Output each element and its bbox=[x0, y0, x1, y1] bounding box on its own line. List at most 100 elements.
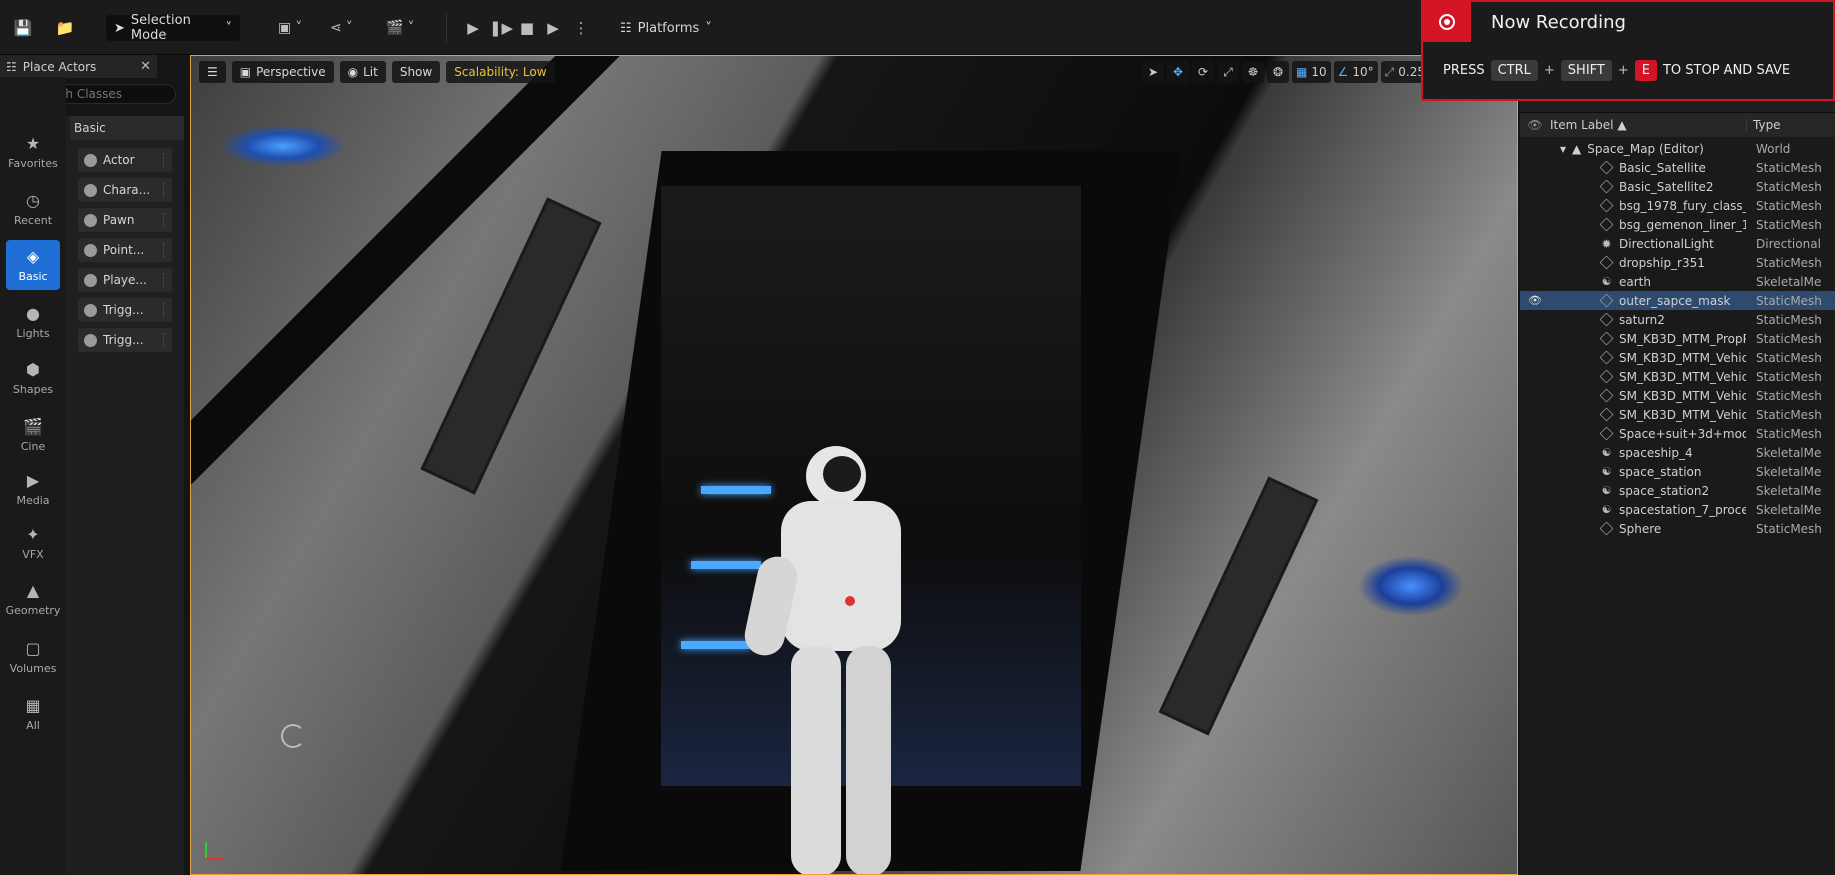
content-browser-icon[interactable]: 📁 bbox=[54, 17, 76, 39]
viewport-options-button[interactable]: ☰ bbox=[199, 61, 226, 83]
mode-label: Media bbox=[16, 494, 50, 507]
light-icon: ● bbox=[26, 304, 40, 323]
mode-all[interactable]: ▦ All bbox=[6, 689, 60, 739]
outliner-row[interactable]: saturn2 StaticMeshAc bbox=[1520, 310, 1835, 329]
outliner-item-type: SkeletalMesh bbox=[1756, 483, 1821, 498]
select-tool-button[interactable]: ➤ bbox=[1142, 61, 1164, 83]
actor-item-actor[interactable]: Actor bbox=[78, 148, 172, 172]
actor-item-player-start[interactable]: Playe... bbox=[78, 268, 172, 292]
outliner-root-row[interactable]: ▾ ▲ Space_Map (Editor) World bbox=[1520, 139, 1835, 158]
actor-item-point-light[interactable]: Point... bbox=[78, 238, 172, 262]
mode-geometry[interactable]: ▲ Geometry bbox=[6, 574, 61, 624]
mode-label: Lights bbox=[16, 327, 50, 340]
outliner-item-type: StaticMeshAc bbox=[1756, 407, 1821, 422]
rotate-icon: ⟳ bbox=[1197, 65, 1209, 79]
outliner-row[interactable]: Basic_Satellite2 StaticMeshAc bbox=[1520, 177, 1835, 196]
more-options-icon[interactable]: ⋮ bbox=[570, 17, 592, 39]
mode-shapes[interactable]: ⬢ Shapes bbox=[6, 353, 60, 403]
mode-lights[interactable]: ● Lights bbox=[6, 297, 60, 347]
move-icon: ✥ bbox=[1172, 65, 1184, 79]
type-column[interactable]: Type bbox=[1746, 118, 1781, 132]
actor-item-pawn[interactable]: Pawn bbox=[78, 208, 172, 232]
mode-cine[interactable]: 🎬 Cine bbox=[6, 410, 60, 460]
rotate-tool-button[interactable]: ⟳ bbox=[1192, 61, 1214, 83]
drag-handle[interactable] bbox=[163, 213, 167, 227]
outliner-item-label: saturn2 bbox=[1619, 312, 1665, 327]
outliner-row[interactable]: Space+suit+3d+model StaticMeshAc bbox=[1520, 424, 1835, 443]
mode-recent[interactable]: ◷ Recent bbox=[6, 184, 60, 234]
stop-and-save-label: TO STOP AND SAVE bbox=[1662, 63, 1791, 78]
mode-vfx[interactable]: ✦ VFX bbox=[6, 518, 60, 568]
step-icon[interactable]: ❚▶ bbox=[489, 17, 513, 39]
blueprint-button[interactable]: ⋖ ˅ bbox=[330, 15, 353, 41]
item-label-column[interactable]: Item Label ▲ bbox=[1550, 118, 1746, 132]
save-icon[interactable]: 💾 bbox=[12, 17, 34, 39]
mode-favorites[interactable]: ★ Favorites bbox=[6, 127, 60, 177]
perspective-button[interactable]: ▣ Perspective bbox=[231, 61, 334, 83]
scalability-button[interactable]: Scalability: Low bbox=[446, 61, 555, 83]
stop-icon[interactable]: ■ bbox=[516, 17, 538, 39]
outliner-row[interactable]: 👁 outer_sapce_mask StaticMeshAc bbox=[1520, 291, 1835, 310]
platforms-dropdown[interactable]: ☷ Platforms ˅ bbox=[620, 15, 712, 41]
grid-snap-button[interactable]: ▦ 10 bbox=[1292, 61, 1331, 83]
outliner-row[interactable]: ☯ space_station2 SkeletalMesh bbox=[1520, 481, 1835, 500]
drag-handle[interactable] bbox=[163, 333, 167, 347]
add-actor-button[interactable]: ▣ ˅ bbox=[278, 15, 302, 41]
mode-media[interactable]: ▶ Media bbox=[6, 464, 60, 514]
eject-icon[interactable]: ▶ bbox=[542, 17, 564, 39]
outliner-row[interactable]: SM_KB3D_MTM_VehicleCa StaticMeshAc bbox=[1520, 348, 1835, 367]
drag-handle[interactable] bbox=[163, 243, 167, 257]
mode-volumes[interactable]: ▢ Volumes bbox=[6, 632, 60, 682]
lit-button[interactable]: ◉ Lit bbox=[339, 61, 386, 83]
outliner-row[interactable]: SM_KB3D_MTM_VehicleCa StaticMeshAc bbox=[1520, 367, 1835, 386]
scale-tool-button[interactable]: ⤢ bbox=[1217, 61, 1239, 83]
outliner-row[interactable]: ☯ spaceship_4 SkeletalMesh bbox=[1520, 443, 1835, 462]
outliner-row[interactable]: ☯ spacestation_7_procedural SkeletalMesh bbox=[1520, 500, 1835, 519]
grid-snap-value: 10 bbox=[1311, 65, 1327, 79]
shapes-icon: ⬢ bbox=[26, 360, 40, 379]
show-button[interactable]: Show bbox=[391, 61, 441, 83]
mode-label: All bbox=[26, 719, 40, 732]
visibility-eye-icon[interactable]: 👁 bbox=[1520, 294, 1550, 307]
outliner-row[interactable]: bsg_gemenon_liner_1701 StaticMeshAc bbox=[1520, 215, 1835, 234]
world-local-button[interactable]: ☸ bbox=[1242, 61, 1264, 83]
scale-snap-icon: ⤢ bbox=[1384, 64, 1395, 79]
level-viewport[interactable]: ☰ ▣ Perspective ◉ Lit Show Scalability: Lo… bbox=[190, 55, 1518, 875]
place-actors-tab[interactable]: ☷ Place Actors ✕ bbox=[0, 55, 157, 79]
selection-mode-dropdown[interactable]: ➤ Selection Mode ˅ bbox=[106, 13, 240, 43]
close-icon[interactable]: ✕ bbox=[140, 59, 151, 74]
drag-handle[interactable] bbox=[163, 303, 167, 317]
outliner-item-type: SkeletalMesh bbox=[1756, 502, 1821, 517]
trigger-icon bbox=[84, 303, 97, 317]
visibility-column-icon[interactable]: 👁 bbox=[1520, 118, 1550, 132]
actor-item-trigger-sphere[interactable]: Trigg... bbox=[78, 328, 172, 352]
outliner-row[interactable]: Basic_Satellite StaticMeshAc bbox=[1520, 158, 1835, 177]
surface-snap-button[interactable]: ❂ bbox=[1267, 61, 1289, 83]
outliner-row[interactable]: Sphere StaticMeshAc bbox=[1520, 519, 1835, 538]
chevron-down-icon: ˅ bbox=[225, 20, 233, 36]
play-icon[interactable]: ▶ bbox=[462, 17, 484, 39]
static-mesh-icon bbox=[1599, 312, 1614, 327]
show-label: Show bbox=[399, 65, 433, 79]
outliner-row[interactable]: ✹ DirectionalLight DirectionalLic bbox=[1520, 234, 1835, 253]
actor-item-character[interactable]: Chara... bbox=[78, 178, 172, 202]
outliner-item-label: bsg_gemenon_liner_1701 bbox=[1619, 217, 1746, 232]
drag-handle[interactable] bbox=[163, 183, 167, 197]
drag-handle[interactable] bbox=[163, 153, 167, 167]
outliner-row[interactable]: SM_KB3D_MTM_VehicleCa StaticMeshAc bbox=[1520, 386, 1835, 405]
mode-label: Recent bbox=[13, 214, 53, 227]
outliner-row[interactable]: bsg_1978_fury_class_fanor StaticMeshAc bbox=[1520, 196, 1835, 215]
outliner-row[interactable]: ☯ space_station SkeletalMesh bbox=[1520, 462, 1835, 481]
collapse-arrow-icon[interactable]: ▾ bbox=[1560, 142, 1566, 156]
mode-basic[interactable]: ◈ Basic bbox=[6, 240, 60, 290]
drag-handle[interactable] bbox=[163, 273, 167, 287]
cinematics-button[interactable]: 🎬 ˅ bbox=[386, 15, 414, 41]
pawn-icon bbox=[84, 213, 97, 227]
outliner-row[interactable]: SM_KB3D_MTM_PropPlant StaticMeshAc bbox=[1520, 329, 1835, 348]
translate-tool-button[interactable]: ✥ bbox=[1167, 61, 1189, 83]
outliner-row[interactable]: SM_KB3D_MTM_VehicleRo StaticMeshAc bbox=[1520, 405, 1835, 424]
outliner-row[interactable]: ☯ earth SkeletalMesh bbox=[1520, 272, 1835, 291]
outliner-row[interactable]: dropship_r351 StaticMeshAc bbox=[1520, 253, 1835, 272]
actor-item-trigger-box[interactable]: Trigg... bbox=[78, 298, 172, 322]
rotation-snap-button[interactable]: ∠ 10° bbox=[1333, 61, 1378, 83]
